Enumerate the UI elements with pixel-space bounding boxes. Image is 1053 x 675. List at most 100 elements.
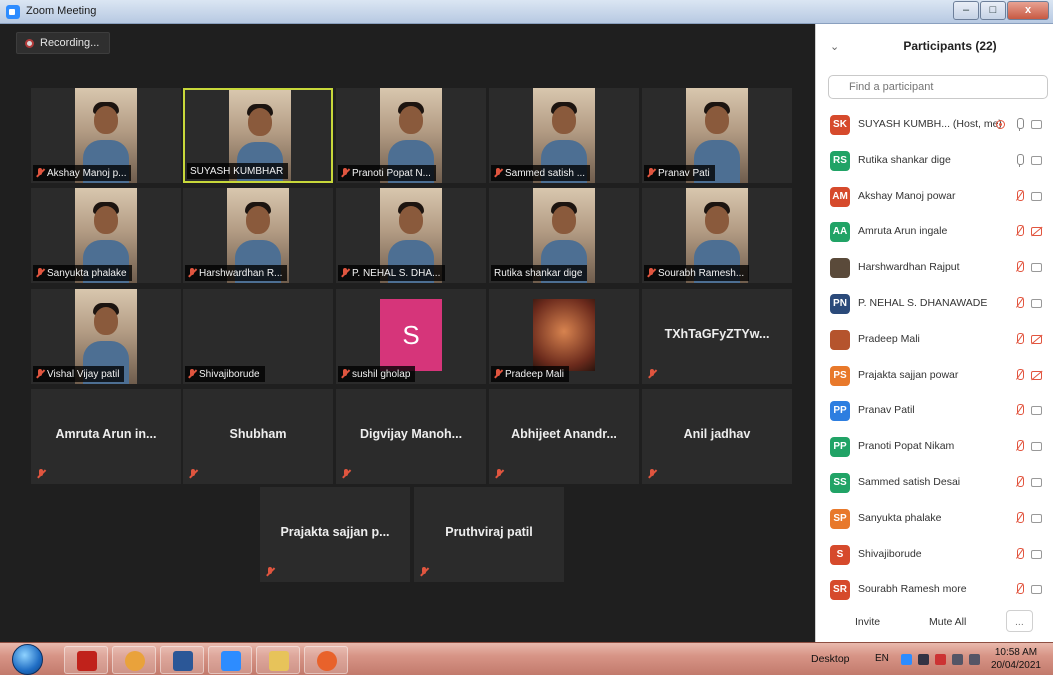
video-off-icon[interactable] bbox=[1031, 334, 1042, 344]
video-icon[interactable] bbox=[1031, 513, 1042, 523]
network-tray-icon[interactable] bbox=[918, 654, 929, 665]
invite-button[interactable]: Invite bbox=[846, 610, 889, 632]
recording-indicator[interactable]: Recording... bbox=[16, 32, 111, 54]
participant-video-tile[interactable]: Pradeep Mali bbox=[489, 289, 639, 384]
mic-muted-icon[interactable] bbox=[1014, 189, 1024, 204]
participant-video-tile[interactable]: Sammed satish ... bbox=[489, 88, 639, 183]
mic-muted-icon bbox=[647, 168, 655, 178]
window-titlebar[interactable]: Zoom Meeting – □ x bbox=[0, 0, 1053, 24]
participant-video-tile[interactable]: Prajakta sajjan p... bbox=[260, 487, 410, 582]
volume-icon[interactable] bbox=[952, 654, 963, 665]
mic-muted-icon[interactable] bbox=[1014, 332, 1024, 347]
participant-row[interactable]: AA Amruta Arun ingale bbox=[816, 215, 1053, 251]
taskbar-app-button[interactable] bbox=[64, 646, 108, 674]
participant-video-tile[interactable]: Anil jadhav bbox=[642, 389, 792, 484]
participant-row[interactable]: PP Pranoti Popat Nikam bbox=[816, 430, 1053, 466]
participant-video-tile[interactable]: Sanyukta phalake bbox=[31, 188, 181, 283]
mic-muted-icon[interactable] bbox=[1014, 404, 1024, 418]
start-button[interactable] bbox=[12, 644, 43, 675]
more-options-button[interactable]: ... bbox=[1006, 610, 1033, 632]
participant-video-tile[interactable]: Akshay Manoj p... bbox=[31, 88, 181, 183]
video-icon[interactable] bbox=[1031, 585, 1042, 595]
close-button[interactable]: x bbox=[1007, 1, 1049, 20]
mic-muted-icon[interactable] bbox=[1014, 296, 1024, 311]
participant-name: Sammed satish Desai bbox=[858, 475, 961, 488]
participant-video-tile[interactable]: Digvijay Manoh... bbox=[336, 389, 486, 484]
participant-row[interactable]: PP Pranav Patil bbox=[816, 394, 1053, 430]
video-icon[interactable] bbox=[1031, 477, 1042, 487]
taskbar-app-button[interactable] bbox=[112, 646, 156, 674]
taskbar-app-button[interactable] bbox=[304, 646, 348, 674]
participant-video-tile[interactable]: Pranav Pati bbox=[642, 88, 792, 183]
participant-video-tile[interactable]: Abhijeet Anandr... bbox=[489, 389, 639, 484]
mic-muted-icon[interactable] bbox=[1014, 440, 1024, 454]
mic-muted-icon bbox=[37, 469, 45, 479]
participant-video-tile[interactable]: P. NEHAL S. DHA... bbox=[336, 188, 486, 283]
mic-muted-icon[interactable] bbox=[1014, 225, 1024, 239]
participant-video-tile[interactable]: Ssushil gholap bbox=[336, 289, 486, 384]
mute-all-button[interactable]: Mute All bbox=[920, 610, 975, 632]
mic-muted-icon[interactable] bbox=[1014, 511, 1024, 526]
participant-video-tile[interactable]: TXhTaGFyZTYw... bbox=[642, 289, 792, 384]
participant-search-input[interactable] bbox=[828, 75, 1048, 99]
clock[interactable]: 10:58 AM 20/04/2021 bbox=[991, 646, 1041, 672]
mic-icon[interactable] bbox=[1014, 153, 1024, 168]
mic-muted-icon[interactable] bbox=[1014, 261, 1024, 275]
zoom-tray-icon[interactable] bbox=[901, 654, 912, 665]
participant-video-tile[interactable]: Vishal Vijay patil bbox=[31, 289, 181, 384]
participant-name: Pranoti Popat Nikam bbox=[858, 440, 955, 453]
video-icon[interactable] bbox=[1031, 549, 1042, 559]
participant-row[interactable]: SP Sanyukta phalake bbox=[816, 502, 1053, 538]
video-off-icon[interactable] bbox=[1031, 370, 1042, 380]
desktop-toolbar[interactable]: Desktop bbox=[811, 653, 850, 665]
mic-muted-icon[interactable] bbox=[1014, 368, 1024, 383]
participant-video-tile[interactable]: SUYASH KUMBHAR bbox=[183, 88, 333, 183]
video-icon[interactable] bbox=[1031, 263, 1042, 273]
video-icon[interactable] bbox=[1031, 298, 1042, 308]
participant-video-tile[interactable]: Amruta Arun in... bbox=[31, 389, 181, 484]
participant-video-tile[interactable]: Pruthviraj patil bbox=[414, 487, 564, 582]
video-icon[interactable] bbox=[1031, 442, 1042, 452]
participant-video-tile[interactable]: Rutika shankar dige bbox=[489, 188, 639, 283]
participant-nameplate: SUYASH KUMBHAR bbox=[187, 163, 289, 179]
mic-muted-icon[interactable] bbox=[1014, 475, 1024, 490]
participant-video-tile[interactable]: Shivajiborude bbox=[183, 289, 333, 384]
participant-row[interactable]: Pradeep Mali bbox=[816, 323, 1053, 359]
participant-row[interactable]: S Shivajiborude bbox=[816, 538, 1053, 574]
recording-icon bbox=[996, 120, 1005, 129]
participant-row[interactable]: SR Sourabh Ramesh more bbox=[816, 573, 1053, 609]
video-icon[interactable] bbox=[1031, 191, 1042, 201]
video-icon[interactable] bbox=[1031, 120, 1042, 129]
participant-row[interactable]: SS Sammed satish Desai bbox=[816, 466, 1053, 502]
taskbar-app-button[interactable] bbox=[208, 646, 252, 674]
participant-video-tile[interactable]: Shubham bbox=[183, 389, 333, 484]
participant-row[interactable]: SK SUYASH KUMBH... (Host, me) bbox=[816, 108, 1053, 144]
participant-avatar: AM bbox=[830, 186, 850, 207]
taskbar-app-button[interactable] bbox=[256, 646, 300, 674]
mic-icon[interactable] bbox=[1014, 118, 1024, 132]
mic-muted-icon[interactable] bbox=[1014, 547, 1024, 562]
video-icon[interactable] bbox=[1031, 155, 1042, 165]
mic-muted-icon[interactable] bbox=[1014, 583, 1024, 597]
participant-name: P. NEHAL S. DHANAWADE bbox=[858, 296, 988, 309]
participant-nameplate: P. NEHAL S. DHA... bbox=[338, 265, 446, 281]
participant-video-tile[interactable]: Harshwardhan R... bbox=[183, 188, 333, 283]
zoom-icon bbox=[221, 651, 241, 671]
video-icon[interactable] bbox=[1031, 406, 1042, 416]
minimize-button[interactable]: – bbox=[953, 1, 979, 20]
video-off-icon[interactable] bbox=[1031, 227, 1042, 237]
participant-video-tile[interactable]: Pranoti Popat N... bbox=[336, 88, 486, 183]
participant-row[interactable]: Harshwardhan Rajput bbox=[816, 251, 1053, 287]
participant-name: Abhijeet Anandr... bbox=[511, 427, 617, 441]
signal-icon[interactable] bbox=[969, 654, 980, 665]
participant-row[interactable]: PN P. NEHAL S. DHANAWADE bbox=[816, 287, 1053, 323]
participant-row[interactable]: RS Rutika shankar dige bbox=[816, 144, 1053, 180]
language-indicator[interactable]: EN bbox=[875, 653, 889, 664]
participant-row[interactable]: PS Prajakta sajjan powar bbox=[816, 359, 1053, 395]
participant-nameplate: Harshwardhan R... bbox=[185, 265, 288, 281]
maximize-button[interactable]: □ bbox=[980, 1, 1006, 20]
taskbar-app-button[interactable] bbox=[160, 646, 204, 674]
security-tray-icon[interactable] bbox=[935, 654, 946, 665]
participant-row[interactable]: AM Akshay Manoj powar bbox=[816, 180, 1053, 216]
participant-video-tile[interactable]: Sourabh Ramesh... bbox=[642, 188, 792, 283]
